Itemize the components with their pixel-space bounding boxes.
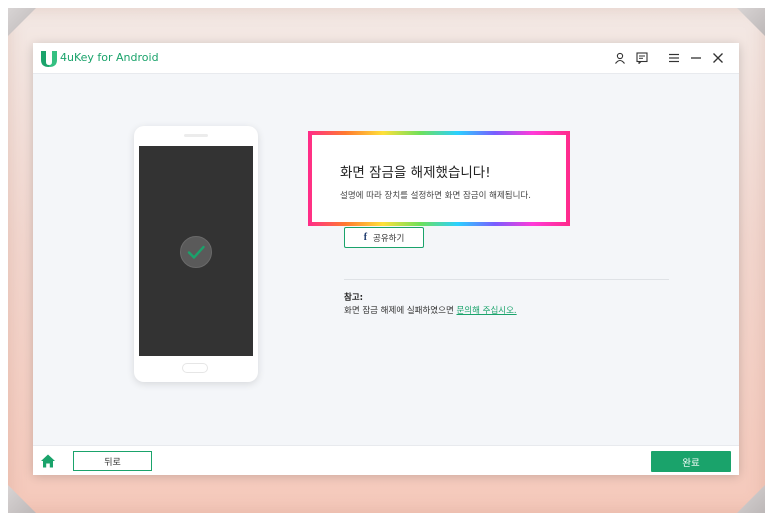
title-bar: 4uKey for Android — [33, 43, 739, 74]
back-button[interactable]: 뒤로 — [73, 451, 152, 471]
note-text: 화면 잠금 해제에 실패하였으면 문의해 주십시오. — [344, 304, 517, 316]
note-body: 화면 잠금 해제에 실패하였으면 — [344, 306, 457, 316]
note-title: 참고: — [344, 293, 364, 303]
app-logo-icon — [41, 51, 57, 67]
result-headline: 화면 잠금을 해제했습니다! — [340, 165, 491, 181]
close-icon[interactable] — [709, 49, 727, 67]
phone-speaker — [184, 134, 208, 137]
phone-screen — [139, 146, 253, 356]
result-description: 설명에 따라 장치를 설정하면 화면 잠금이 해제됩니다. — [340, 191, 531, 201]
feedback-icon[interactable] — [633, 49, 651, 67]
app-window: 4uKey for Android 화면 잠금을 해제했습니다! 설명에 따라 … — [33, 43, 739, 475]
share-button-label: 공유하기 — [373, 233, 405, 244]
result-card: 화면 잠금을 해제했습니다! 설명에 따라 장치를 설정하면 화면 잠금이 해제… — [312, 135, 566, 222]
app-title: 4uKey for Android — [60, 51, 159, 64]
divider — [344, 279, 669, 280]
menu-icon[interactable] — [665, 49, 683, 67]
minimize-icon[interactable] — [687, 49, 705, 67]
phone-illustration — [134, 126, 258, 382]
phone-home-button — [182, 363, 208, 373]
check-circle-icon — [180, 236, 212, 268]
user-icon[interactable] — [611, 49, 629, 67]
highlight-box: 화면 잠금을 해제했습니다! 설명에 따라 장치를 설정하면 화면 잠금이 해제… — [308, 131, 570, 226]
share-button[interactable]: f 공유하기 — [344, 227, 424, 248]
home-icon[interactable] — [40, 453, 56, 469]
bottom-bar: 뒤로 완료 — [33, 445, 739, 475]
done-button[interactable]: 완료 — [651, 451, 731, 472]
facebook-icon: f — [363, 232, 368, 243]
contact-link[interactable]: 문의해 주십시오. — [456, 306, 516, 316]
